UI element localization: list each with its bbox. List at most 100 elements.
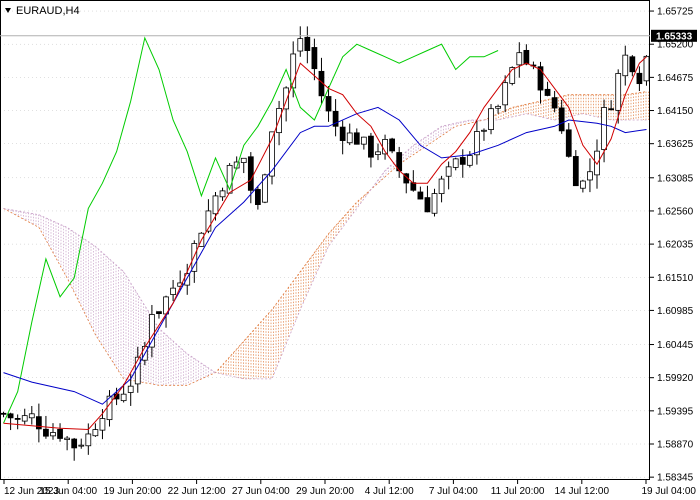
candle-body xyxy=(21,415,28,422)
candle-body xyxy=(368,135,374,158)
candle-body xyxy=(156,311,162,314)
candle-body xyxy=(544,88,551,96)
candle-body xyxy=(0,412,7,415)
price-axis: 1.657251.652001.646751.641501.636251.630… xyxy=(650,7,694,484)
candle-body xyxy=(601,107,607,150)
candle-body xyxy=(219,190,226,198)
candle-body xyxy=(57,429,63,439)
chart-title: EURAUD,H4 xyxy=(5,5,80,17)
x-tick-label: 11 Jul 20:00 xyxy=(491,486,545,497)
candle-body xyxy=(622,54,629,77)
candle-body xyxy=(134,356,141,385)
y-tick-label: 1.59395 xyxy=(657,406,694,417)
candle-body xyxy=(375,151,381,155)
candle-body xyxy=(212,195,219,215)
candle-body xyxy=(438,178,445,195)
x-tick-label: 4 Jul 12:00 xyxy=(365,486,414,497)
candle-body xyxy=(445,166,452,177)
candle-body xyxy=(580,180,586,189)
candle-body xyxy=(495,105,501,109)
candle-body xyxy=(424,197,431,213)
candle-body xyxy=(502,82,509,106)
x-tick-label: 14 Jul 12:00 xyxy=(555,486,610,497)
candle-body xyxy=(311,47,318,70)
candle-body xyxy=(353,132,360,145)
y-tick-label: 1.63625 xyxy=(657,139,694,150)
y-tick-label: 1.60985 xyxy=(657,306,694,317)
candle-body xyxy=(92,429,99,437)
candle-body xyxy=(255,189,261,205)
candle-body xyxy=(551,97,558,109)
candle-body xyxy=(459,157,466,165)
candle-body xyxy=(488,108,494,130)
candle-body xyxy=(297,38,304,52)
candle-body xyxy=(615,73,622,111)
candle-body xyxy=(99,418,106,431)
candle-body xyxy=(149,314,155,348)
candle-body xyxy=(247,156,254,191)
y-tick-label: 1.59920 xyxy=(657,373,694,384)
current-price-label: 1.65333 xyxy=(656,31,693,42)
y-tick-label: 1.58345 xyxy=(657,473,694,484)
candle-body xyxy=(240,157,247,163)
candle-body xyxy=(339,126,346,141)
candle-body xyxy=(360,136,367,145)
candle-body xyxy=(304,36,311,51)
candle-body xyxy=(35,416,42,430)
candle-body xyxy=(28,413,35,419)
candle-body xyxy=(191,243,198,272)
x-tick-label: 7 Jul 04:00 xyxy=(429,486,478,497)
candle-body xyxy=(85,433,92,447)
candle-body xyxy=(170,287,176,295)
candle-body xyxy=(120,393,127,402)
candle-body xyxy=(410,182,417,191)
y-tick-label: 1.62035 xyxy=(657,240,694,251)
x-tick-label: 29 Jun 20:00 xyxy=(296,486,354,497)
candle-body xyxy=(7,413,14,419)
candle-body xyxy=(636,72,643,85)
candle-body xyxy=(78,444,85,447)
x-tick-label: 22 Jun 12:00 xyxy=(168,486,226,497)
y-tick-label: 1.64675 xyxy=(657,73,694,84)
y-tick-label: 1.61510 xyxy=(657,273,694,284)
candle-body xyxy=(587,171,593,181)
candle-body xyxy=(64,437,70,440)
candle-body xyxy=(629,56,636,73)
candle-body xyxy=(643,55,650,82)
candle-body xyxy=(608,108,615,111)
candle-body xyxy=(325,96,332,112)
x-tick-label: 19 Jun 20:00 xyxy=(103,486,161,497)
candle xyxy=(488,104,494,135)
candle-body xyxy=(127,385,134,393)
x-tick-label: 15 Jun 04:00 xyxy=(39,486,97,497)
candle-body xyxy=(389,138,395,152)
candle-body xyxy=(558,107,565,132)
y-tick-label: 1.60445 xyxy=(657,340,694,351)
candle-body xyxy=(417,191,424,200)
x-tick-label: 27 Jun 04:00 xyxy=(232,486,290,497)
candle xyxy=(643,55,650,86)
candle-body xyxy=(71,438,78,449)
candle-body xyxy=(43,428,49,437)
candle-body xyxy=(14,418,21,420)
candle-body xyxy=(466,155,473,166)
candle-body xyxy=(594,150,600,176)
ichimoku-chart[interactable]: 1.657251.652001.646751.641501.636251.630… xyxy=(0,0,700,500)
candle-body xyxy=(523,49,530,65)
y-tick-label: 1.58870 xyxy=(657,440,694,451)
candle-body xyxy=(452,158,459,168)
x-tick-label: 19 Jul 04:00 xyxy=(642,486,697,497)
candle-body xyxy=(481,129,487,132)
symbol-timeframe-label: EURAUD,H4 xyxy=(16,5,80,17)
candle xyxy=(389,137,395,154)
y-tick-label: 1.65725 xyxy=(657,7,694,18)
y-tick-label: 1.63085 xyxy=(657,173,694,184)
candle-body xyxy=(516,52,523,66)
y-tick-label: 1.64150 xyxy=(657,106,694,117)
y-tick-label: 1.62560 xyxy=(657,206,694,217)
candle-body xyxy=(572,156,579,187)
candle-body xyxy=(431,193,438,214)
candle-body xyxy=(565,129,572,157)
candle-body xyxy=(50,432,56,437)
candle-body xyxy=(346,132,353,144)
